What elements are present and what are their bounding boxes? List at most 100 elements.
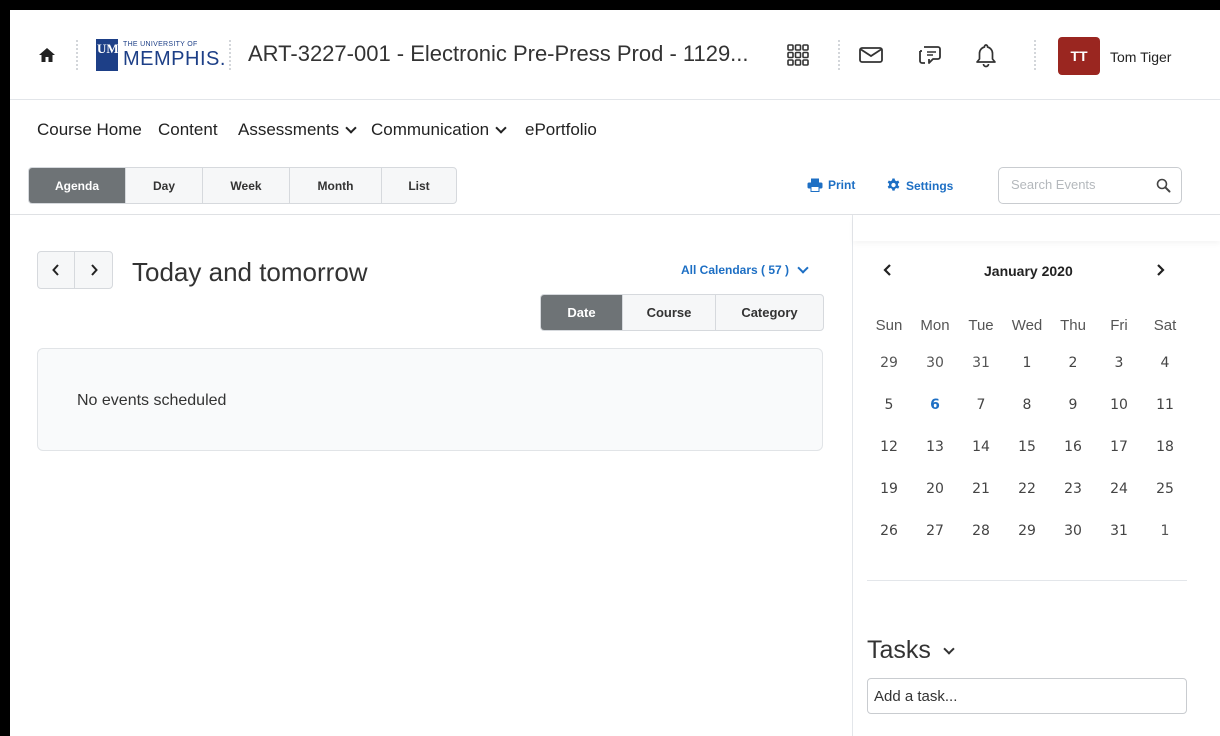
calendar-day[interactable]: 26 xyxy=(866,523,912,539)
group-tab-date[interactable]: Date xyxy=(541,295,623,330)
add-task-input[interactable] xyxy=(874,688,1174,705)
calendar-day[interactable]: 10 xyxy=(1096,397,1142,413)
top-header: UM THE UNIVERSITY OF MEMPHIS. ART-3227-0… xyxy=(10,10,1220,100)
calendar-day[interactable]: 31 xyxy=(958,355,1004,371)
events-list: No events scheduled xyxy=(37,348,823,451)
chevron-down-icon xyxy=(345,121,357,134)
print-button[interactable]: Print xyxy=(807,178,855,192)
avatar[interactable]: TT xyxy=(1058,37,1100,75)
calendar-day[interactable]: 27 xyxy=(912,523,958,539)
course-navbar: Course Home Content Assessments Communic… xyxy=(10,100,1220,156)
calendar-day[interactable]: 30 xyxy=(1050,523,1096,539)
gear-icon xyxy=(887,178,900,191)
empty-events-message: No events scheduled xyxy=(77,392,227,409)
calendar-day[interactable]: 1 xyxy=(1004,355,1050,371)
search-icon[interactable] xyxy=(1156,178,1171,193)
nav-assessments[interactable]: Assessments xyxy=(238,120,357,140)
calendar-day[interactable]: 9 xyxy=(1050,397,1096,413)
view-switcher: Agenda Day Week Month List xyxy=(28,167,457,204)
calendar-week: 12 13 14 15 16 17 18 xyxy=(866,426,1188,468)
calendar-day[interactable]: 12 xyxy=(866,439,912,455)
user-name[interactable]: Tom Tiger xyxy=(1110,49,1171,65)
tab-month[interactable]: Month xyxy=(290,168,382,203)
calendar-day[interactable]: 28 xyxy=(958,523,1004,539)
tab-agenda[interactable]: Agenda xyxy=(29,168,126,203)
printer-icon xyxy=(807,178,823,192)
search-input[interactable] xyxy=(1011,177,1146,192)
calendar-week: 26 27 28 29 30 31 1 xyxy=(866,510,1188,552)
settings-button[interactable]: Settings xyxy=(886,178,953,193)
weekday-label: Wed xyxy=(1011,316,1043,334)
mini-calendar-grid: Sun Mon Tue Wed Thu Fri Sat 29 30 31 1 2… xyxy=(866,308,1188,552)
calendar-day[interactable]: 19 xyxy=(866,481,912,497)
header-divider xyxy=(1034,40,1036,70)
tab-week[interactable]: Week xyxy=(203,168,290,203)
group-tab-category[interactable]: Category xyxy=(716,295,823,330)
nav-content[interactable]: Content xyxy=(158,120,218,140)
calendar-day[interactable]: 22 xyxy=(1004,481,1050,497)
calendar-day[interactable]: 29 xyxy=(1004,523,1050,539)
group-by-switcher: Date Course Category xyxy=(540,294,824,331)
chevron-down-icon xyxy=(943,643,955,655)
logo-mark: UM xyxy=(96,39,119,71)
calendar-day[interactable]: 8 xyxy=(1004,397,1050,413)
tasks-toggle[interactable]: Tasks xyxy=(867,636,955,665)
chevron-down-icon xyxy=(495,121,507,134)
calendar-day[interactable]: 23 xyxy=(1050,481,1096,497)
side-pane-header xyxy=(853,215,1220,241)
app-frame: UM THE UNIVERSITY OF MEMPHIS. ART-3227-0… xyxy=(10,10,1220,736)
bell-icon[interactable] xyxy=(973,42,999,68)
calendar-day[interactable]: 5 xyxy=(866,397,912,413)
home-icon[interactable] xyxy=(38,46,56,64)
nav-eportfolio[interactable]: ePortfolio xyxy=(525,120,597,140)
weekday-label: Mon xyxy=(920,316,950,334)
header-divider xyxy=(838,40,840,70)
course-selector-grid-icon[interactable] xyxy=(785,42,811,68)
calendar-day[interactable]: 1 xyxy=(1142,523,1188,539)
logo-name: MEMPHIS. xyxy=(123,48,226,70)
calendar-day[interactable]: 30 xyxy=(912,355,958,371)
university-logo[interactable]: UM THE UNIVERSITY OF MEMPHIS. xyxy=(96,38,226,72)
weekday-header: Sun Mon Tue Wed Thu Fri Sat xyxy=(866,308,1188,342)
calendar-day[interactable]: 17 xyxy=(1096,439,1142,455)
header-divider xyxy=(229,40,231,70)
search-events xyxy=(998,167,1182,204)
calendar-day[interactable]: 29 xyxy=(866,355,912,371)
calendar-day[interactable]: 15 xyxy=(1004,439,1050,455)
group-tab-course[interactable]: Course xyxy=(623,295,716,330)
calendar-day[interactable]: 20 xyxy=(912,481,958,497)
tab-list[interactable]: List xyxy=(382,168,456,203)
calendar-day[interactable]: 11 xyxy=(1142,397,1188,413)
chat-icon[interactable] xyxy=(916,42,942,68)
calendar-week: 29 30 31 1 2 3 4 xyxy=(866,342,1188,384)
side-pane-separator xyxy=(867,580,1187,581)
calendar-day[interactable]: 31 xyxy=(1096,523,1142,539)
calendar-day[interactable]: 16 xyxy=(1050,439,1096,455)
calendar-day[interactable]: 25 xyxy=(1142,481,1188,497)
calendar-day[interactable]: 24 xyxy=(1096,481,1142,497)
calendar-day[interactable]: 3 xyxy=(1096,355,1142,371)
mini-calendar-month: January 2020 xyxy=(984,263,1073,279)
header-divider xyxy=(76,40,78,70)
calendar-day[interactable]: 13 xyxy=(912,439,958,455)
previous-period-button[interactable] xyxy=(38,252,76,288)
calendar-week: 5 6 7 8 9 10 11 xyxy=(866,384,1188,426)
mini-calendar-prev-icon[interactable] xyxy=(882,263,894,277)
nav-communication[interactable]: Communication xyxy=(371,120,507,140)
tab-day[interactable]: Day xyxy=(126,168,203,203)
mail-icon[interactable] xyxy=(858,42,884,68)
add-task-field xyxy=(867,678,1187,714)
next-period-button[interactable] xyxy=(75,252,112,288)
course-title[interactable]: ART-3227-001 - Electronic Pre-Press Prod… xyxy=(248,41,749,67)
nav-course-home[interactable]: Course Home xyxy=(37,120,142,140)
calendar-day[interactable]: 14 xyxy=(958,439,1004,455)
agenda-pager xyxy=(37,251,113,289)
calendar-day[interactable]: 18 xyxy=(1142,439,1188,455)
calendar-day[interactable]: 4 xyxy=(1142,355,1188,371)
mini-calendar-next-icon[interactable] xyxy=(1154,263,1166,277)
all-calendars-dropdown[interactable]: All Calendars ( 57 ) xyxy=(681,261,809,277)
calendar-day[interactable]: 2 xyxy=(1050,355,1096,371)
calendar-day-today[interactable]: 6 xyxy=(912,397,958,413)
calendar-day[interactable]: 21 xyxy=(958,481,1004,497)
calendar-day[interactable]: 7 xyxy=(958,397,1004,413)
